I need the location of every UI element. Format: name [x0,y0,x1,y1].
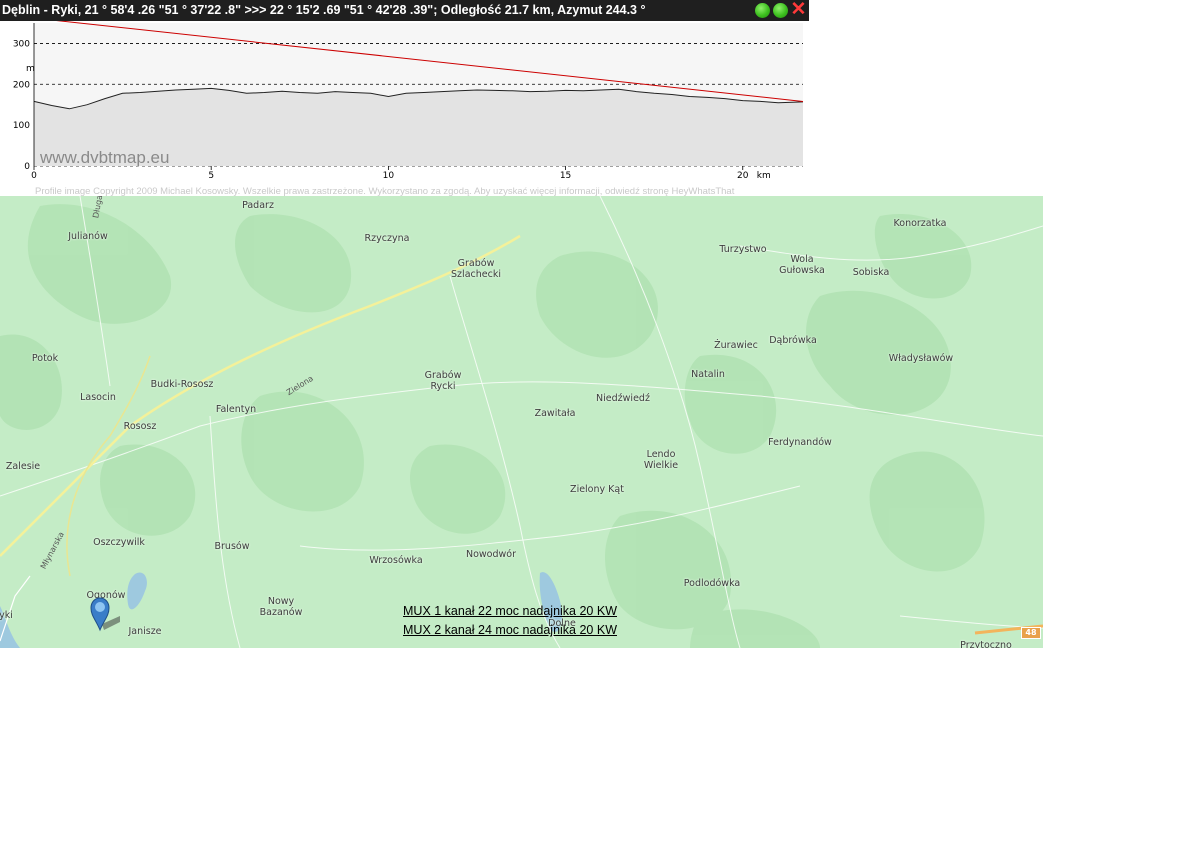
map-place-label: Władysławów [888,353,954,364]
map-place-label: Niedźwiedź [596,393,650,404]
map-place-label: Lendo Wielkie [643,449,679,471]
x-tick-label: 15 [560,171,571,181]
map-place-label: Podlodówka [683,578,741,589]
map-place-label: Żurawiec [714,340,758,351]
profile-chart: 0 100 200 300 0 5 10 15 20 km www.dvbtmap.eu m [13,21,804,181]
route-48-shield: 48 [1021,627,1041,639]
map-place-label: Oszczywilk [93,537,145,548]
map-place-label: Natalin [691,369,725,380]
mux1-info: MUX 1 kanał 22 moc nadajnika 20 KW [403,604,617,618]
map-place-label: Dąbrówka [769,335,817,346]
map-place-label: Rososz [123,421,157,432]
map-place-label: Julianów [68,231,108,242]
map-place-label: Turzystwo [719,244,767,255]
y-tick-label: 0 [24,162,30,172]
map-place-label: Wola Gułowska [779,254,825,276]
y-axis-unit: m [26,64,35,74]
window-titlebar: Dęblin - Ryki, 21 ° 58'4 .26 "51 ° 37'22… [0,0,809,21]
map-place-label: Przytoczno [960,640,1012,648]
map-place-label: Grabów Szlachecki [451,258,501,280]
x-tick-label: 20 [737,171,749,181]
map-place-label: Nowy Bazanów [259,596,303,618]
map-pin-icon[interactable] [90,596,122,632]
map-place-label: Zalesie [5,461,41,472]
maximize-button[interactable] [773,3,788,18]
x-tick-label: 0 [31,171,37,181]
x-tick-label: 5 [208,171,214,181]
map-place-label: Potok [31,353,59,364]
map-place-label: Nowodwór [465,549,517,560]
close-icon[interactable]: ✕ [790,0,807,19]
map-place-label: Budki-Rososz [150,379,214,390]
map-place-label: Falentyn [215,404,257,415]
map-place-label: Konorzatka [893,218,947,229]
map-place-label: Janisze [128,626,162,637]
minimize-button[interactable] [755,3,770,18]
y-tick-label: 100 [13,121,30,131]
map-place-label: Rzyczyna [364,233,410,244]
mux2-info: MUX 2 kanał 24 moc nadajnika 20 KW [403,623,617,637]
map-place-label: Grabów Rycki [424,370,462,392]
map-place-label: Wrzosówka [369,555,423,566]
elevation-profile: 0 100 200 300 0 5 10 15 20 km www.dvbtmap.eu m Pr… [0,21,809,197]
profile-watermark: www.dvbtmap.eu [39,148,169,167]
map-place-label: Zielony Kąt [570,484,624,495]
map-place-label: yki [0,610,13,621]
y-tick-label: 200 [13,80,30,90]
map-place-label: Padarz [242,200,274,211]
map-place-label: Brusów [214,541,250,552]
map-place-label: Ferdynandów [768,437,832,448]
y-tick-label: 300 [13,39,30,49]
map-view[interactable]: Padarz Julianów Rzyczyna Grabów Szlachecki Tu… [0,196,1043,648]
window-title: Dęblin - Ryki, 21 ° 58'4 .26 "51 ° 37'22… [2,3,646,17]
x-tick-label: 10 [383,171,395,181]
x-axis-unit: km [757,171,771,181]
map-place-label: Lasocin [80,392,116,403]
map-place-label: Sobiska [852,267,890,278]
map-place-label: Zawitała [534,408,576,419]
